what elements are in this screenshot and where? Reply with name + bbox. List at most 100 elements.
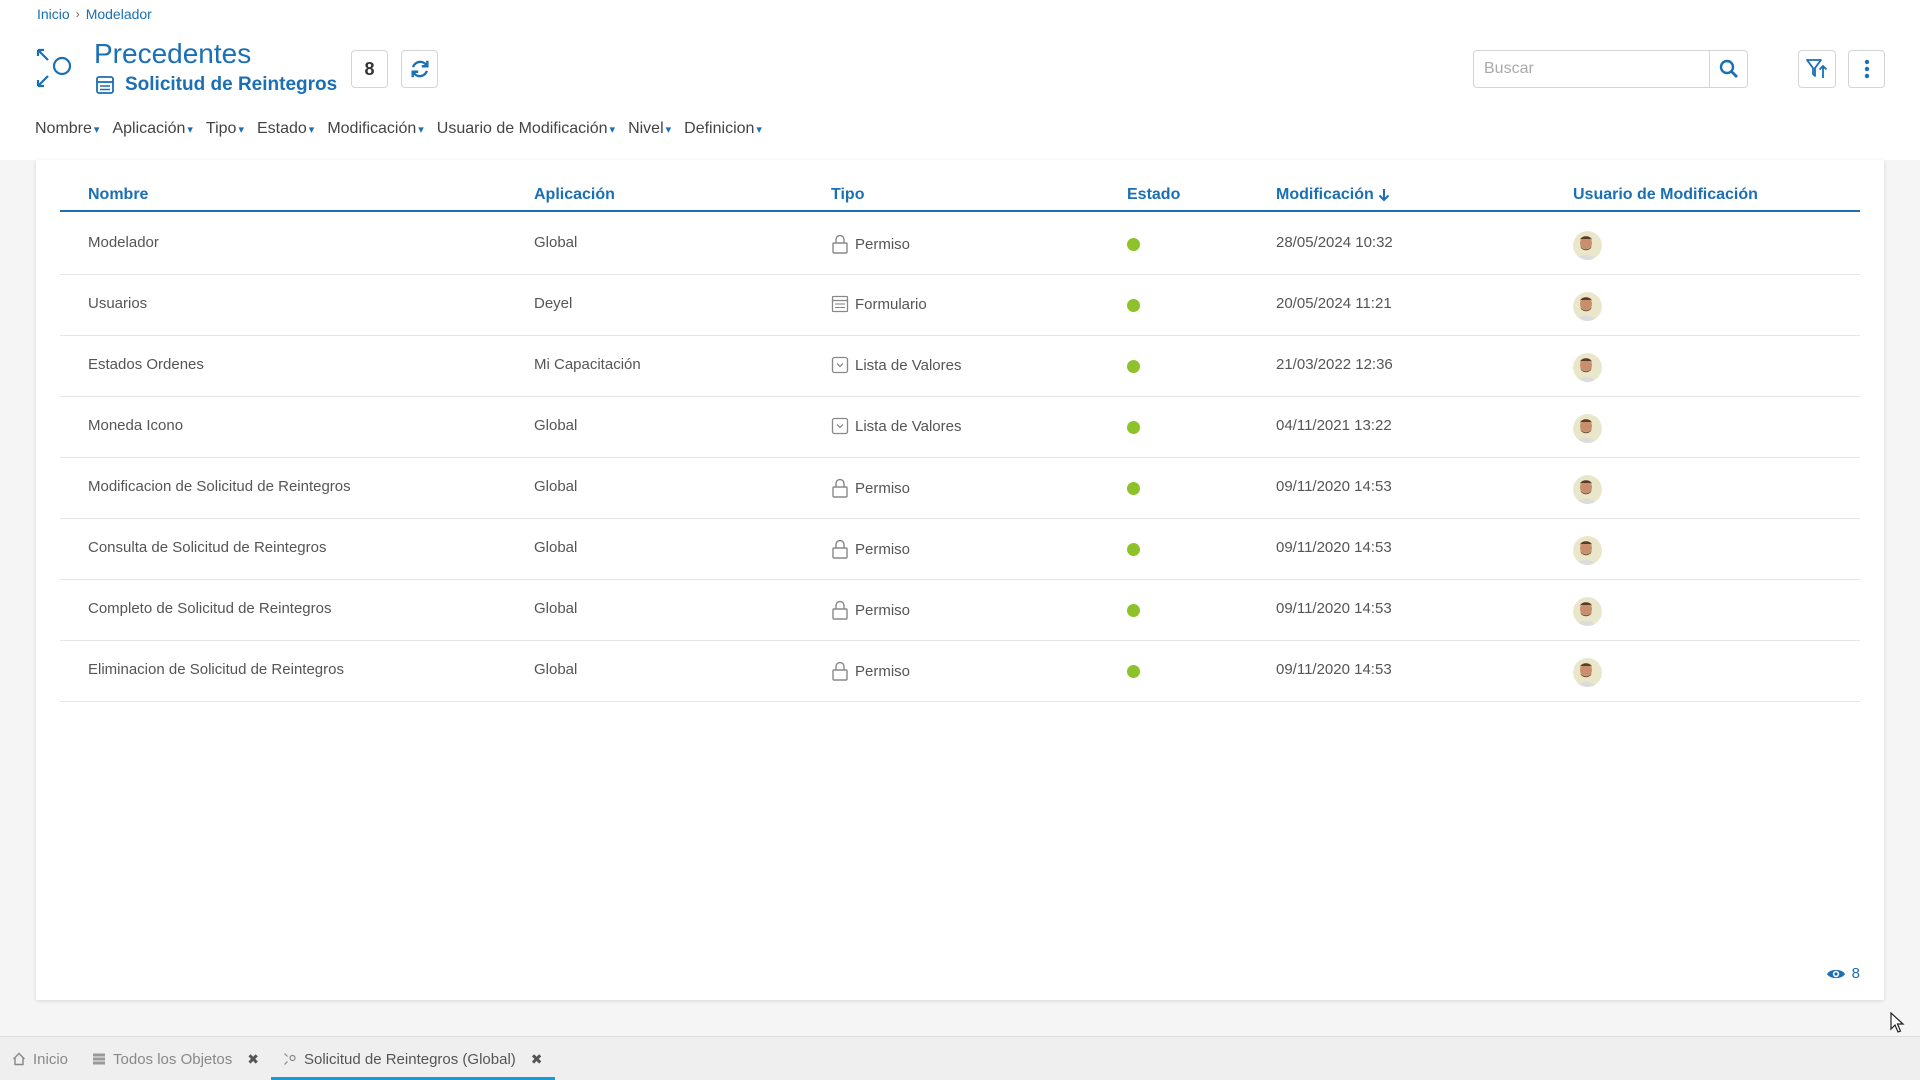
filter-estado[interactable]: Estado ▾ [257, 120, 314, 138]
sort-arrow-down-icon [1378, 189, 1389, 202]
user-avatar[interactable] [1573, 414, 1602, 443]
filter-tipo[interactable]: Tipo ▾ [206, 120, 244, 138]
cell-text: 09/11/2020 14:53 [1276, 478, 1392, 495]
cell-text: Global [534, 600, 578, 617]
cell-text: Permiso [855, 479, 911, 497]
cell-estado [1127, 238, 1140, 251]
cell-text: Lista de Valores [855, 417, 962, 435]
column-header-label: Modificación [1276, 186, 1374, 203]
cell-modificacion: 04/11/2021 13:22 [1276, 417, 1392, 434]
view-count-value: 8 [1851, 965, 1860, 982]
filter-nombre[interactable]: Nombre ▾ [35, 120, 99, 138]
close-icon[interactable]: ✖ [531, 1051, 543, 1068]
cell-text: Global [534, 234, 578, 251]
status-active-icon [1127, 238, 1140, 251]
status-active-icon [1127, 360, 1140, 373]
column-header-estado[interactable]: Estado [1127, 186, 1180, 204]
user-avatar[interactable] [1573, 536, 1602, 565]
filter-aplicacion[interactable]: Aplicación ▾ [112, 120, 192, 138]
tab-todos-los-objetos[interactable]: Todos los Objetos ✖ [80, 1037, 271, 1080]
cell-nombre: Eliminacion de Solicitud de Reintegros [88, 661, 344, 678]
cell-aplicacion: Global [534, 600, 577, 617]
cell-tipo: Permiso [831, 234, 910, 254]
status-active-icon [1127, 299, 1140, 312]
cell-text: 09/11/2020 14:53 [1276, 661, 1392, 678]
cell-nombre: Consulta de Solicitud de Reintegros [88, 539, 326, 556]
more-options-button[interactable] [1848, 50, 1885, 88]
tab-inicio[interactable]: Inicio [0, 1037, 80, 1080]
cell-text: Permiso [855, 540, 911, 558]
filter-nivel[interactable]: Nivel ▾ [628, 120, 671, 138]
search-input[interactable] [1474, 51, 1709, 87]
table-row[interactable]: Moneda Icono Global Lista de Valores 04/11/… [60, 397, 1860, 458]
status-active-icon [1127, 421, 1140, 434]
chevron-down-icon: ▾ [609, 123, 616, 136]
column-header-modificacion[interactable]: Modificación [1276, 186, 1391, 204]
user-avatar[interactable] [1573, 231, 1602, 260]
cell-estado [1127, 421, 1140, 434]
cell-modificacion: 09/11/2020 14:53 [1276, 600, 1392, 617]
cell-text: 09/11/2020 14:53 [1276, 539, 1392, 556]
user-avatar[interactable] [1573, 597, 1602, 626]
close-icon[interactable]: ✖ [247, 1051, 259, 1068]
breadcrumb-home[interactable]: Inicio [37, 6, 70, 22]
cell-estado [1127, 360, 1140, 373]
lock-icon [832, 234, 848, 254]
filter-label: Nivel [628, 120, 664, 137]
value-list-icon [831, 417, 849, 435]
tab-solicitud-de-reintegros[interactable]: Solicitud de Reintegros (Global) ✖ [271, 1037, 555, 1080]
filter-modificacion[interactable]: Modificación ▾ [327, 120, 423, 138]
cell-text: 20/05/2024 11:21 [1276, 295, 1392, 312]
cell-aplicacion: Global [534, 478, 577, 495]
breadcrumb-current[interactable]: Modelador [86, 6, 152, 22]
breadcrumb-chevron-icon: › [75, 7, 80, 21]
table-row[interactable]: Eliminacion de Solicitud de Reintegros Gl… [60, 641, 1860, 702]
table-row[interactable]: Usuarios Deyel Formulario 20/05/2024 11:21 [60, 275, 1860, 336]
cell-text: Global [534, 539, 578, 556]
cell-text: Usuarios [88, 295, 148, 312]
chevron-down-icon: ▾ [187, 123, 193, 136]
filter-usuario-modificacion[interactable]: Usuario de Modificación ▾ [437, 120, 615, 138]
lock-icon [832, 539, 848, 559]
cell-text: Mi Capacitación [534, 356, 641, 373]
refresh-button[interactable] [401, 50, 438, 88]
status-active-icon [1127, 543, 1140, 556]
filter-button[interactable] [1798, 50, 1836, 88]
cell-tipo: Permiso [831, 539, 910, 559]
subtitle-text[interactable]: Solicitud de Reintegros [125, 74, 337, 96]
cell-estado [1127, 482, 1140, 495]
refresh-icon [410, 60, 429, 78]
column-header-aplicacion[interactable]: Aplicación [534, 186, 615, 204]
table-row[interactable]: Modificacion de Solicitud de Reintegros G… [60, 458, 1860, 519]
user-avatar[interactable] [1573, 353, 1602, 382]
column-header-usuario[interactable]: Usuario de Modificación [1573, 186, 1758, 204]
column-header-tipo[interactable]: Tipo [831, 186, 864, 204]
cell-aplicacion: Global [534, 661, 577, 678]
table-row[interactable]: Completo de Solicitud de Reintegros Globa… [60, 580, 1860, 641]
cell-text: Permiso [855, 601, 911, 619]
table-row[interactable]: Estados Ordenes Mi Capacitación Lista de V… [60, 336, 1860, 397]
cell-tipo: Lista de Valores [831, 356, 961, 374]
filter-label: Modificación [327, 120, 417, 137]
cell-text: Modificacion de Solicitud de Reintegros [88, 478, 351, 495]
table-row[interactable]: Modelador Global Permiso 28/05/2024 10:32 [60, 214, 1860, 275]
column-header-nombre[interactable]: Nombre [88, 186, 148, 204]
status-active-icon [1127, 482, 1140, 495]
cell-text: 21/03/2022 12:36 [1276, 356, 1393, 373]
cell-aplicacion: Deyel [534, 295, 572, 312]
chevron-down-icon: ▾ [308, 123, 315, 136]
cell-text: Global [534, 417, 578, 434]
top-bar: Inicio › Modelador Precedentes Solicitud… [0, 0, 1920, 160]
user-avatar[interactable] [1573, 658, 1602, 687]
list-icon [93, 1053, 106, 1065]
filter-definicion[interactable]: Definicion ▾ [684, 120, 762, 138]
model-icon [284, 1053, 296, 1065]
vertical-dots-icon [1864, 59, 1869, 79]
cell-tipo: Formulario [831, 295, 927, 313]
search-button[interactable] [1709, 51, 1747, 87]
filter-label: Nombre [35, 120, 92, 137]
user-avatar[interactable] [1573, 292, 1602, 321]
table-row[interactable]: Consulta de Solicitud de Reintegros Globa… [60, 519, 1860, 580]
cell-text: Modelador [88, 234, 159, 251]
user-avatar[interactable] [1573, 475, 1602, 504]
